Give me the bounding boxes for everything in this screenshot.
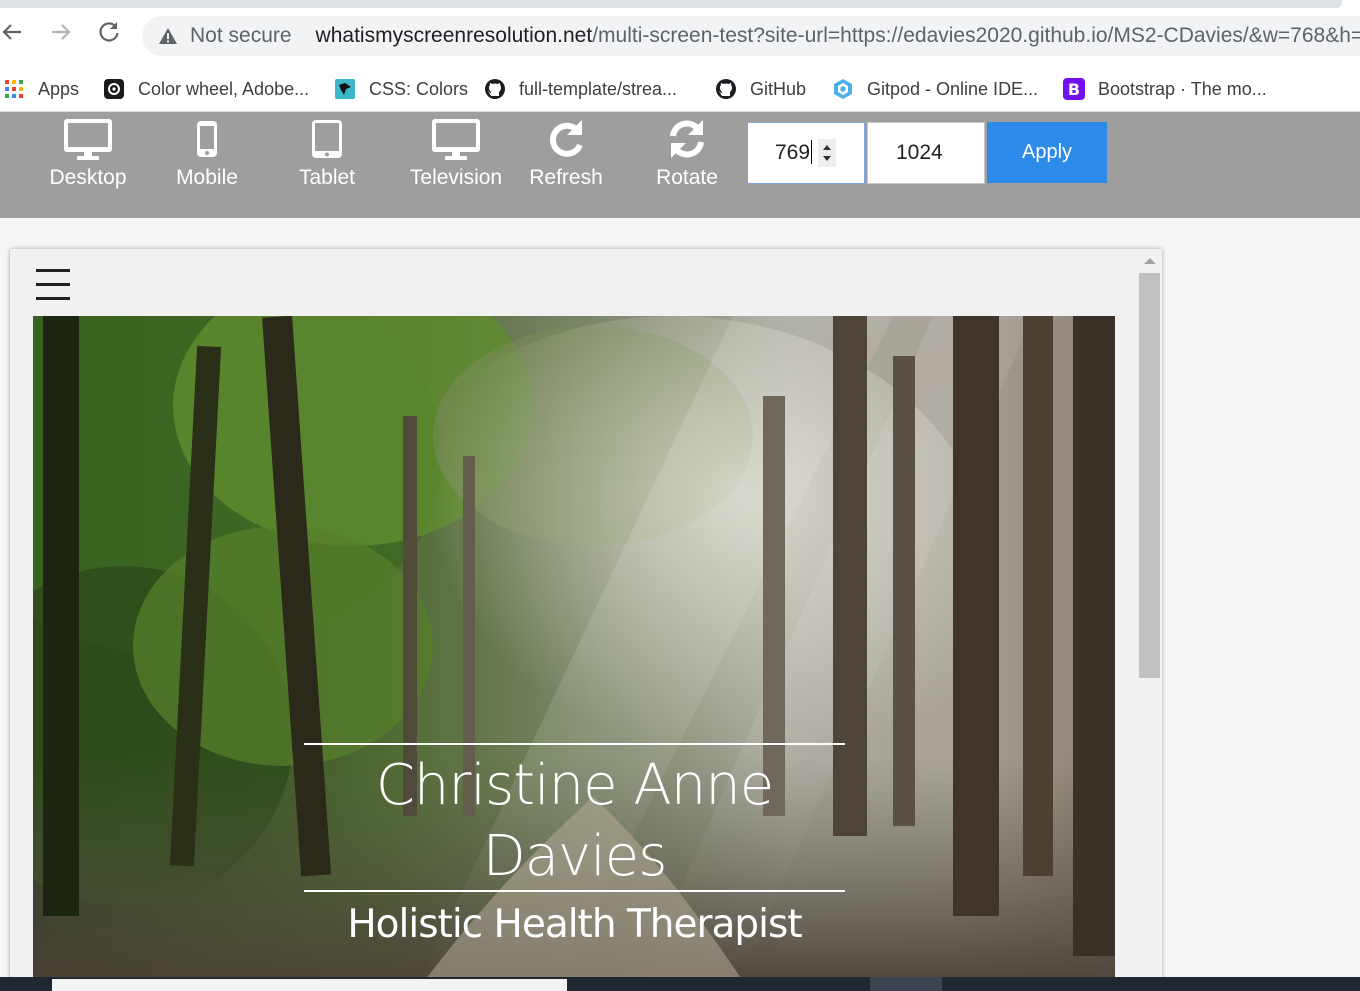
device-label: Rotate xyxy=(656,166,718,189)
warning-icon[interactable] xyxy=(158,26,178,46)
bookmark-label: CSS: Colors xyxy=(369,78,469,99)
device-preview-frame: Christine Anne Davies Holistic Health Th… xyxy=(10,249,1162,991)
taskbar-app-tile[interactable] xyxy=(870,977,942,991)
television-button[interactable]: Television xyxy=(406,114,506,200)
desktop-icon xyxy=(63,114,113,164)
bookmark-apps[interactable]: Apps xyxy=(3,74,79,104)
browser-toolbar: Not secure whatismyscreenresolution.net /… xyxy=(0,8,1360,66)
device-label: Television xyxy=(409,166,503,189)
width-input[interactable]: 769 xyxy=(747,122,865,184)
back-button[interactable] xyxy=(0,20,24,44)
bookmark-css-colors[interactable]: CSS: Colors xyxy=(334,74,468,104)
gitpod-icon xyxy=(832,78,854,100)
tablet-button[interactable]: Tablet xyxy=(287,114,367,200)
device-label: Refresh xyxy=(529,166,603,189)
rotate-button[interactable]: Rotate xyxy=(652,114,722,200)
hero-subtitle: Holistic Health Therapist xyxy=(347,902,802,947)
device-label: Tablet xyxy=(298,166,356,189)
back-arrow-icon xyxy=(2,24,21,40)
reload-button[interactable] xyxy=(97,20,121,44)
bookmark-github[interactable]: GitHub xyxy=(715,74,806,104)
mobile-button[interactable]: Mobile xyxy=(167,114,247,200)
preview-stage: Christine Anne Davies Holistic Health Th… xyxy=(0,218,1360,991)
bookmark-label: GitHub xyxy=(750,78,807,99)
bookmark-full-template[interactable]: full-template/strea... xyxy=(484,74,677,104)
scroll-up-arrow-icon[interactable] xyxy=(1144,258,1156,264)
bookmark-label: Color wheel, Adobe... xyxy=(138,78,310,99)
active-tab-edge xyxy=(0,0,1342,8)
height-input[interactable]: 1024 xyxy=(867,122,985,184)
bookmark-color-wheel[interactable]: Color wheel, Adobe... xyxy=(103,74,309,104)
svg-text:B: B xyxy=(1068,80,1080,99)
device-label: Desktop xyxy=(49,166,127,189)
url-path: /multi-screen-test?site-url=https://edav… xyxy=(592,24,1360,47)
forward-arrow-icon xyxy=(52,24,71,40)
hero-name-line2: Davies xyxy=(482,824,668,889)
apply-button[interactable]: Apply xyxy=(987,122,1107,183)
hero-divider-bottom xyxy=(304,890,845,892)
bookmark-label: full-template/strea... xyxy=(519,78,678,99)
tab-strip xyxy=(0,0,1360,8)
bootstrap-icon: B xyxy=(1063,78,1085,100)
refresh-icon xyxy=(544,114,588,164)
taskbar-search-box[interactable] xyxy=(52,979,567,991)
mobile-icon xyxy=(196,114,218,164)
os-taskbar xyxy=(0,977,1360,991)
security-status[interactable]: Not secure xyxy=(190,24,292,48)
w3schools-icon xyxy=(334,78,356,100)
github-icon xyxy=(715,78,737,100)
apps-grid-icon xyxy=(3,78,25,100)
hero-caption: Christine Anne Davies Holistic Health Th… xyxy=(33,316,1115,991)
hamburger-menu-icon[interactable] xyxy=(36,267,70,301)
width-value: 769 xyxy=(775,141,811,164)
url-host: whatismyscreenresolution.net xyxy=(315,24,593,47)
scrollbar-thumb[interactable] xyxy=(1139,273,1160,678)
reload-icon xyxy=(99,22,119,42)
github-icon xyxy=(484,78,506,100)
tablet-icon xyxy=(311,114,343,164)
address-bar[interactable]: Not secure whatismyscreenresolution.net /… xyxy=(142,16,1360,56)
adobe-color-icon xyxy=(103,78,125,100)
number-spinner-icon[interactable] xyxy=(818,139,836,167)
refresh-button[interactable]: Refresh xyxy=(528,114,604,200)
rotate-icon xyxy=(665,114,709,164)
desktop-button[interactable]: Desktop xyxy=(48,114,128,200)
bookmark-label: Apps xyxy=(38,78,80,99)
forward-button[interactable] xyxy=(49,20,73,44)
device-controls-bar: Desktop Mobile Tablet Television Refresh… xyxy=(0,112,1360,218)
television-icon xyxy=(431,114,481,164)
text-caret xyxy=(811,139,813,164)
bookmark-bootstrap[interactable]: B Bootstrap · The mo... xyxy=(1063,74,1267,104)
hero-divider-top xyxy=(304,743,845,745)
bookmarks-bar: Apps Color wheel, Adobe... CSS: Colors f… xyxy=(0,66,1360,112)
bookmark-gitpod[interactable]: Gitpod - Online IDE... xyxy=(832,74,1038,104)
device-label: Mobile xyxy=(176,166,238,189)
hero-image: Christine Anne Davies Holistic Health Th… xyxy=(33,316,1115,991)
height-value: 1024 xyxy=(896,141,943,164)
hero-name-line1: Christine Anne xyxy=(375,753,774,818)
bookmark-label: Bootstrap · The mo... xyxy=(1098,78,1267,99)
bookmark-label: Gitpod - Online IDE... xyxy=(867,78,1039,99)
hero-name: Christine Anne Davies xyxy=(273,750,876,892)
